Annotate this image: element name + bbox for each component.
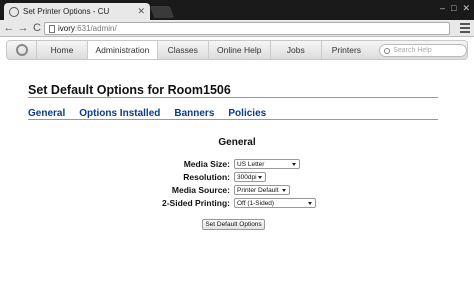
search-icon	[384, 47, 391, 54]
url-host: ivory	[58, 24, 75, 33]
tab-title: Set Printer Options - CU	[23, 7, 110, 16]
browser-titlebar: Set Printer Options - CU ✕ – □ ✕	[0, 0, 474, 20]
subnav-general[interactable]: General	[28, 108, 65, 119]
option-row-media-size: Media Size: US Letter	[0, 158, 300, 170]
option-label: 2-Sided Printing:	[162, 198, 230, 208]
2-sided-printing-select[interactable]: Off (1-Sided)	[234, 198, 316, 208]
close-window-icon[interactable]: ✕	[462, 3, 470, 14]
page-title: Set Default Options for Room1506	[28, 83, 231, 97]
dropdown-arrow-icon	[308, 202, 312, 205]
subnav-banners[interactable]: Banners	[174, 108, 214, 119]
back-icon[interactable]: ←	[3, 22, 15, 34]
dropdown-arrow-icon	[292, 163, 296, 166]
cups-favicon-icon	[9, 6, 19, 17]
divider	[28, 119, 438, 120]
option-row-resolution: Resolution: 300dpi	[0, 171, 266, 183]
select-value: 300dpi	[237, 173, 257, 181]
select-value: US Letter	[237, 160, 265, 168]
select-value: Off (1-Sided)	[237, 199, 275, 207]
close-tab-icon[interactable]: ✕	[137, 6, 145, 17]
maximize-icon[interactable]: □	[451, 3, 456, 14]
address-bar[interactable]: ivory:631/admin/	[44, 22, 450, 35]
option-label: Resolution:	[183, 172, 230, 182]
page-icon	[49, 24, 55, 33]
tab-home[interactable]: Home	[36, 41, 87, 59]
new-tab-button[interactable]	[149, 6, 175, 18]
set-default-options-button[interactable]: Set Default Options	[202, 219, 265, 230]
search-placeholder: Search Help	[393, 47, 432, 54]
window-controls: – □ ✕	[440, 3, 470, 14]
section-title: General	[218, 137, 256, 148]
menu-icon[interactable]	[460, 23, 470, 33]
dropdown-arrow-icon	[258, 176, 262, 179]
tab-printers[interactable]: Printers	[320, 41, 372, 59]
media-size-select[interactable]: US Letter	[234, 159, 300, 169]
subnav-options-installed[interactable]: Options Installed	[79, 108, 160, 119]
subnav-policies[interactable]: Policies	[228, 108, 266, 119]
tab-online-help[interactable]: Online Help	[207, 41, 270, 59]
cups-logo-icon	[15, 44, 28, 56]
cups-nav-bar: Home Administration Classes Online Help …	[6, 40, 468, 60]
options-subnav: General Options Installed Banners Polici…	[28, 108, 266, 119]
option-row-2-sided-printing: 2-Sided Printing: Off (1-Sided)	[0, 197, 316, 209]
media-source-select[interactable]: Printer Default	[234, 185, 290, 195]
cups-logo[interactable]	[7, 41, 36, 59]
option-label: Media Size:	[183, 159, 230, 169]
option-label: Media Source:	[171, 185, 230, 195]
url-path: :631/admin/	[74, 24, 117, 33]
divider	[28, 97, 438, 98]
select-value: Printer Default	[237, 186, 279, 194]
option-row-media-source: Media Source: Printer Default	[0, 184, 290, 196]
tab-classes[interactable]: Classes	[156, 41, 208, 59]
browser-toolbar: ← → C ivory:631/admin/	[0, 20, 474, 37]
search-input[interactable]: Search Help	[379, 44, 467, 57]
resolution-select[interactable]: 300dpi	[234, 172, 266, 182]
tab-administration[interactable]: Administration	[86, 41, 157, 59]
dropdown-arrow-icon	[282, 189, 286, 192]
forward-icon[interactable]: →	[17, 22, 29, 34]
reload-icon[interactable]: C	[31, 22, 43, 34]
browser-tab[interactable]: Set Printer Options - CU ✕	[4, 3, 150, 20]
minimize-icon[interactable]: –	[440, 3, 445, 14]
tab-jobs[interactable]: Jobs	[269, 41, 321, 59]
